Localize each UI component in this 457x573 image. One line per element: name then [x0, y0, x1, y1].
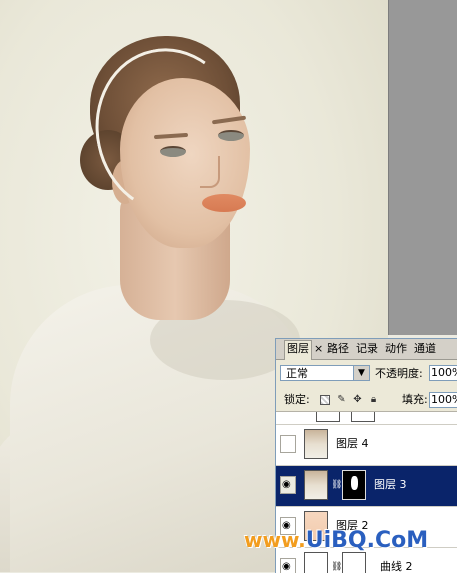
layer-row[interactable]: 图层 4: [276, 425, 457, 466]
opacity-input[interactable]: 100%: [429, 365, 457, 381]
lock-label: 锁定:: [284, 393, 310, 406]
tab-layers[interactable]: 图层: [284, 340, 312, 360]
watermark-prefix: www.: [244, 528, 306, 552]
blend-mode-select[interactable]: 正常 ▼: [280, 365, 370, 381]
lock-fill-row: 锁定: ✎ ✥ 🔒︎ 填充: 100%: [276, 389, 457, 412]
visibility-toggle[interactable]: [280, 435, 296, 453]
blend-mode-value: 正常: [286, 367, 308, 380]
blend-opacity-row: 正常 ▼ 不透明度: 100%: [276, 363, 457, 385]
layer-row-partial[interactable]: [276, 412, 457, 425]
layer-name: 图层 3: [374, 478, 407, 491]
layer-mask-thumbnail[interactable]: [342, 470, 366, 500]
layer-row-selected[interactable]: ◉ ⛓ 图层 3: [276, 466, 457, 507]
visibility-toggle[interactable]: ◉: [280, 476, 296, 494]
layer-thumbnail: [304, 429, 328, 459]
watermark-logo: www.UiBQ.CoM: [244, 528, 428, 553]
tab-channels[interactable]: 通道: [412, 341, 438, 357]
photo-eye-right: [218, 130, 244, 141]
chain-link-icon[interactable]: ⛓: [331, 480, 342, 490]
layer-name: 图层 4: [336, 437, 369, 450]
eye-icon: ◉: [282, 479, 291, 490]
photo-lips: [202, 194, 246, 212]
fill-input[interactable]: 100%: [429, 392, 457, 408]
layer-thumbnail: [304, 552, 328, 573]
chain-link-icon[interactable]: ⛓: [331, 562, 342, 572]
move-icon[interactable]: ✥: [352, 394, 363, 405]
eye-icon: ◉: [282, 561, 291, 572]
visibility-toggle[interactable]: ◉: [280, 558, 296, 573]
layer-mask-thumbnail: [342, 552, 366, 573]
workspace-background: [388, 0, 457, 335]
tab-paths[interactable]: 路径: [325, 341, 351, 357]
layer-thumbnail: [304, 470, 328, 500]
photo-nose: [200, 156, 220, 188]
lock-icon[interactable]: 🔒︎: [368, 394, 379, 405]
chevron-down-icon[interactable]: ▼: [353, 366, 369, 380]
fill-label: 填充:: [402, 393, 428, 406]
brush-icon[interactable]: ✎: [336, 394, 347, 405]
tab-history[interactable]: 记录: [354, 341, 380, 357]
lock-transparent-pixels-icon[interactable]: [320, 395, 330, 405]
layer-mask-thumbnail: [351, 412, 375, 422]
panel-tabs: 图层 × 路径 记录 动作 通道: [276, 339, 457, 360]
opacity-label: 不透明度:: [375, 367, 423, 380]
layer-name: 曲线 2: [380, 560, 413, 573]
layer-thumbnail: [316, 412, 340, 422]
watermark-site: UiBQ.CoM: [305, 528, 429, 553]
close-icon[interactable]: ×: [314, 341, 323, 357]
photo-eye-left: [160, 146, 186, 157]
tab-actions[interactable]: 动作: [383, 341, 409, 357]
